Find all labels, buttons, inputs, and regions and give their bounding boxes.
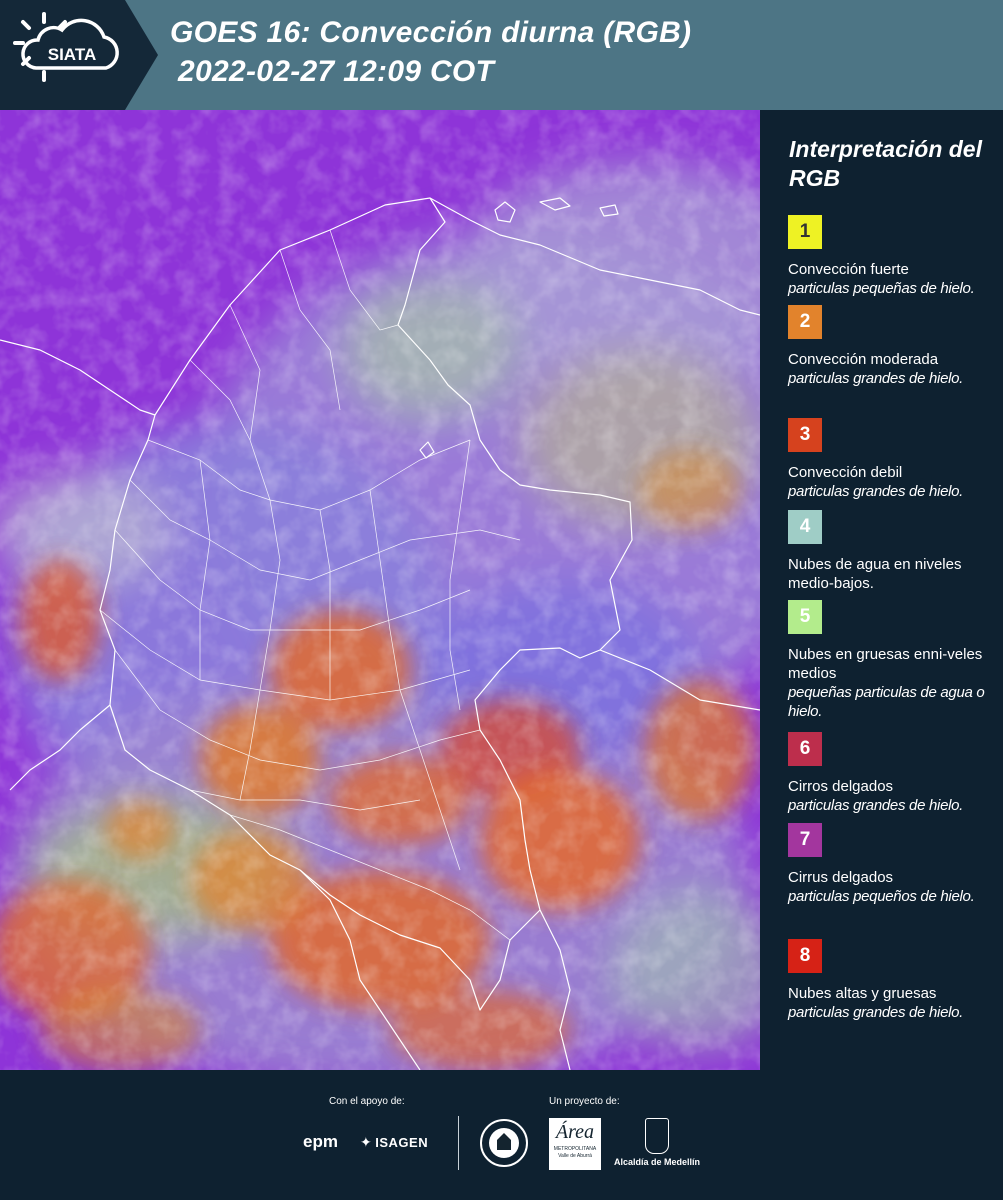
legend-description: particulas grandes de hielo. (788, 1004, 964, 1021)
support-label: Con el apoyo de: (329, 1096, 405, 1107)
area-logo-line1: METROPOLITANA (553, 1146, 597, 1152)
legend-item: 4 Nubes de agua en niveles medio-bajos. (788, 510, 993, 593)
legend-swatch: 5 (788, 600, 822, 634)
legend-swatch: 7 (788, 823, 822, 857)
legend-label: Convección fuerte (788, 261, 909, 278)
legend-label: Convección debil (788, 464, 903, 481)
isagen-logo: ✦ ISAGEN (360, 1134, 428, 1151)
alcaldia-medellin-logo: Alcaldía de Medellín (612, 1118, 702, 1167)
area-logo-line2: Valle de Aburrá (558, 1153, 592, 1159)
legend-swatch: 2 (788, 305, 822, 339)
alcaldia-name: Alcaldía de Medellín (613, 1157, 701, 1167)
legend-label: Nubes de agua en niveles medio-bajos. (788, 556, 962, 592)
satellite-image (0, 110, 760, 1070)
legend-description: particulas grandes de hielo. (788, 370, 964, 387)
footer-divider (458, 1116, 459, 1170)
crest-icon (645, 1118, 669, 1154)
legend-title: Interpretación del RGB (789, 136, 982, 191)
legend-label: Nubes altas y gruesas (788, 985, 937, 1002)
legend-panel: Interpretación del RGB 1 Convección fuert… (764, 110, 1003, 1070)
header-bar: SIATA GOES 16: Convección diurna (RGB) 2… (0, 0, 1003, 110)
satellite-map[interactable] (0, 110, 760, 1070)
legend-description: pequeñas particulas de agua o hielo. (788, 684, 985, 720)
legend-label: Convección moderada (788, 351, 939, 368)
page-title: GOES 16: Convección diurna (RGB) (170, 16, 692, 49)
legend-label: Nubes en gruesas enni-veles medios (788, 646, 983, 682)
legend-item: 6 Cirros delgados particulas grandes de hi… (788, 732, 993, 815)
epm-logo: epm (303, 1132, 338, 1151)
legend-item: 2 Convección moderada particulas grandes d… (788, 305, 993, 388)
logo-text: SIATA (48, 45, 96, 64)
siata-logo: SIATA (0, 0, 160, 110)
legend-label: Cirrus delgados (788, 869, 894, 886)
area-metropolitana-logo: Área METROPOLITANA Valle de Aburrá (549, 1118, 601, 1170)
isagen-mark-icon: ✦ (360, 1134, 373, 1150)
legend-swatch: 8 (788, 939, 822, 973)
medellin-seal-logo (479, 1118, 529, 1173)
legend-description: particulas grandes de hielo. (788, 797, 964, 814)
page-timestamp: 2022-02-27 12:09 COT (178, 55, 495, 88)
legend-swatch: 1 (788, 215, 822, 249)
legend-item: 5 Nubes en gruesas enni-veles medios peque… (788, 600, 993, 721)
isagen-name: ISAGEN (375, 1135, 429, 1150)
legend-description: particulas pequeñas de hielo. (788, 280, 975, 297)
legend-item: 8 Nubes altas y gruesas particulas grandes… (788, 939, 993, 1022)
legend-description: particulas grandes de hielo. (788, 483, 964, 500)
legend-swatch: 6 (788, 732, 822, 766)
footer: Con el apoyo de: Un proyecto de: epm ✦ IS… (0, 1070, 1003, 1200)
legend-item: 7 Cirrus delgados particulas pequeños de h… (788, 823, 993, 906)
project-label: Un proyecto de: (549, 1096, 620, 1107)
legend-item: 3 Convección debil particulas grandes de h… (788, 418, 993, 501)
legend-swatch: 3 (788, 418, 822, 452)
legend-description: particulas pequeños de hielo. (788, 888, 975, 905)
area-logo-mark: Área (555, 1121, 595, 1143)
legend-swatch: 4 (788, 510, 822, 544)
legend-item: 1 Convección fuerte particulas pequeñas de… (788, 215, 993, 298)
legend-label: Cirros delgados (788, 778, 894, 795)
